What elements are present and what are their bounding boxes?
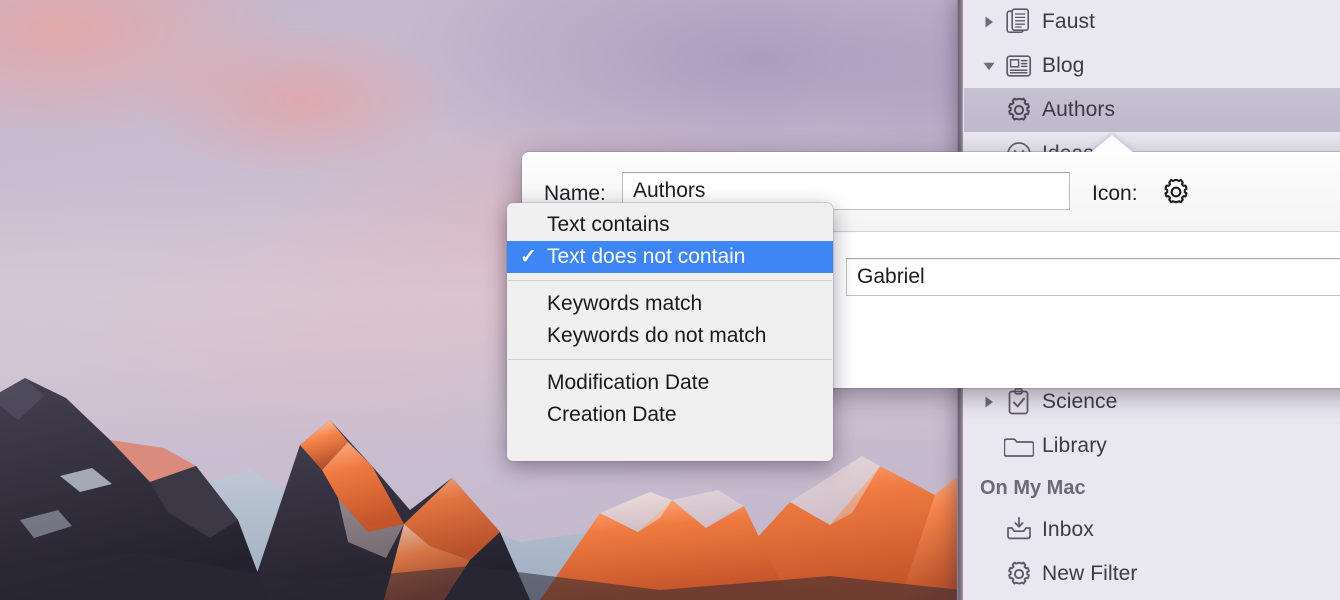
sidebar-item-authors[interactable]: Authors: [964, 88, 1340, 132]
gear-icon: [1002, 95, 1036, 125]
sidebar-item-label: Authors: [1042, 98, 1116, 121]
sidebar-item-label: Science: [1042, 390, 1118, 413]
disclosure-triangle-expanded-icon[interactable]: [976, 58, 1002, 74]
filter-value-text: Gabriel: [857, 265, 925, 288]
sidebar-item-inbox[interactable]: Inbox: [964, 508, 1340, 552]
folder-icon: [1002, 433, 1036, 459]
menu-item-label: Keywords match: [547, 292, 703, 315]
documents-icon: [1002, 8, 1036, 36]
newspaper-icon: [1002, 52, 1036, 80]
checkmark-icon: ✓: [520, 246, 537, 268]
menu-item-keywords-do-not-match[interactable]: Keywords do not match: [507, 320, 833, 352]
menu-item-label: Modification Date: [547, 371, 710, 394]
sidebar-item-label: Blog: [1042, 54, 1085, 77]
icon-field-label: Icon:: [1092, 182, 1138, 205]
inbox-icon: [1002, 516, 1036, 544]
name-input-value: Authors: [633, 179, 706, 202]
menu-separator: [508, 359, 832, 360]
menu-item-label: Text does not contain: [547, 245, 746, 268]
sidebar-group-header-on-my-mac: On My Mac: [980, 476, 1086, 499]
popover-arrow: [1090, 135, 1134, 153]
menu-item-modification-date[interactable]: Modification Date: [507, 367, 833, 399]
disclosure-triangle-collapsed-icon[interactable]: [976, 14, 1002, 30]
menu-separator: [508, 280, 832, 281]
filter-value-input[interactable]: Gabriel: [846, 258, 1340, 296]
sidebar-item-label: Library: [1042, 434, 1107, 457]
sidebar-item-label: Faust: [1042, 10, 1096, 33]
menu-item-creation-date[interactable]: Creation Date: [507, 399, 833, 431]
sidebar-item-label: New Filter: [1042, 562, 1138, 585]
menu-item-text-contains[interactable]: Text contains: [507, 209, 833, 241]
menu-item-keywords-match[interactable]: Keywords match: [507, 288, 833, 320]
menu-item-label: Text contains: [547, 213, 670, 236]
menu-item-label: Creation Date: [547, 403, 677, 426]
gear-icon: [1002, 559, 1036, 589]
condition-dropdown-menu[interactable]: Text contains ✓ Text does not contain Ke…: [507, 203, 833, 461]
menu-item-text-does-not-contain[interactable]: ✓ Text does not contain: [507, 241, 833, 273]
sidebar-item-label: Inbox: [1042, 518, 1094, 541]
sidebar-item-blog[interactable]: Blog: [964, 44, 1340, 88]
sidebar-item-new-filter[interactable]: New Filter: [964, 552, 1340, 596]
disclosure-triangle-collapsed-icon[interactable]: [976, 394, 1002, 410]
gear-icon[interactable]: [1160, 176, 1192, 208]
sidebar-item-library[interactable]: Library: [964, 424, 1340, 468]
clipboard-check-icon: [1002, 387, 1036, 417]
sidebar-item-faust[interactable]: Faust: [964, 0, 1340, 44]
menu-item-label: Keywords do not match: [547, 324, 767, 347]
